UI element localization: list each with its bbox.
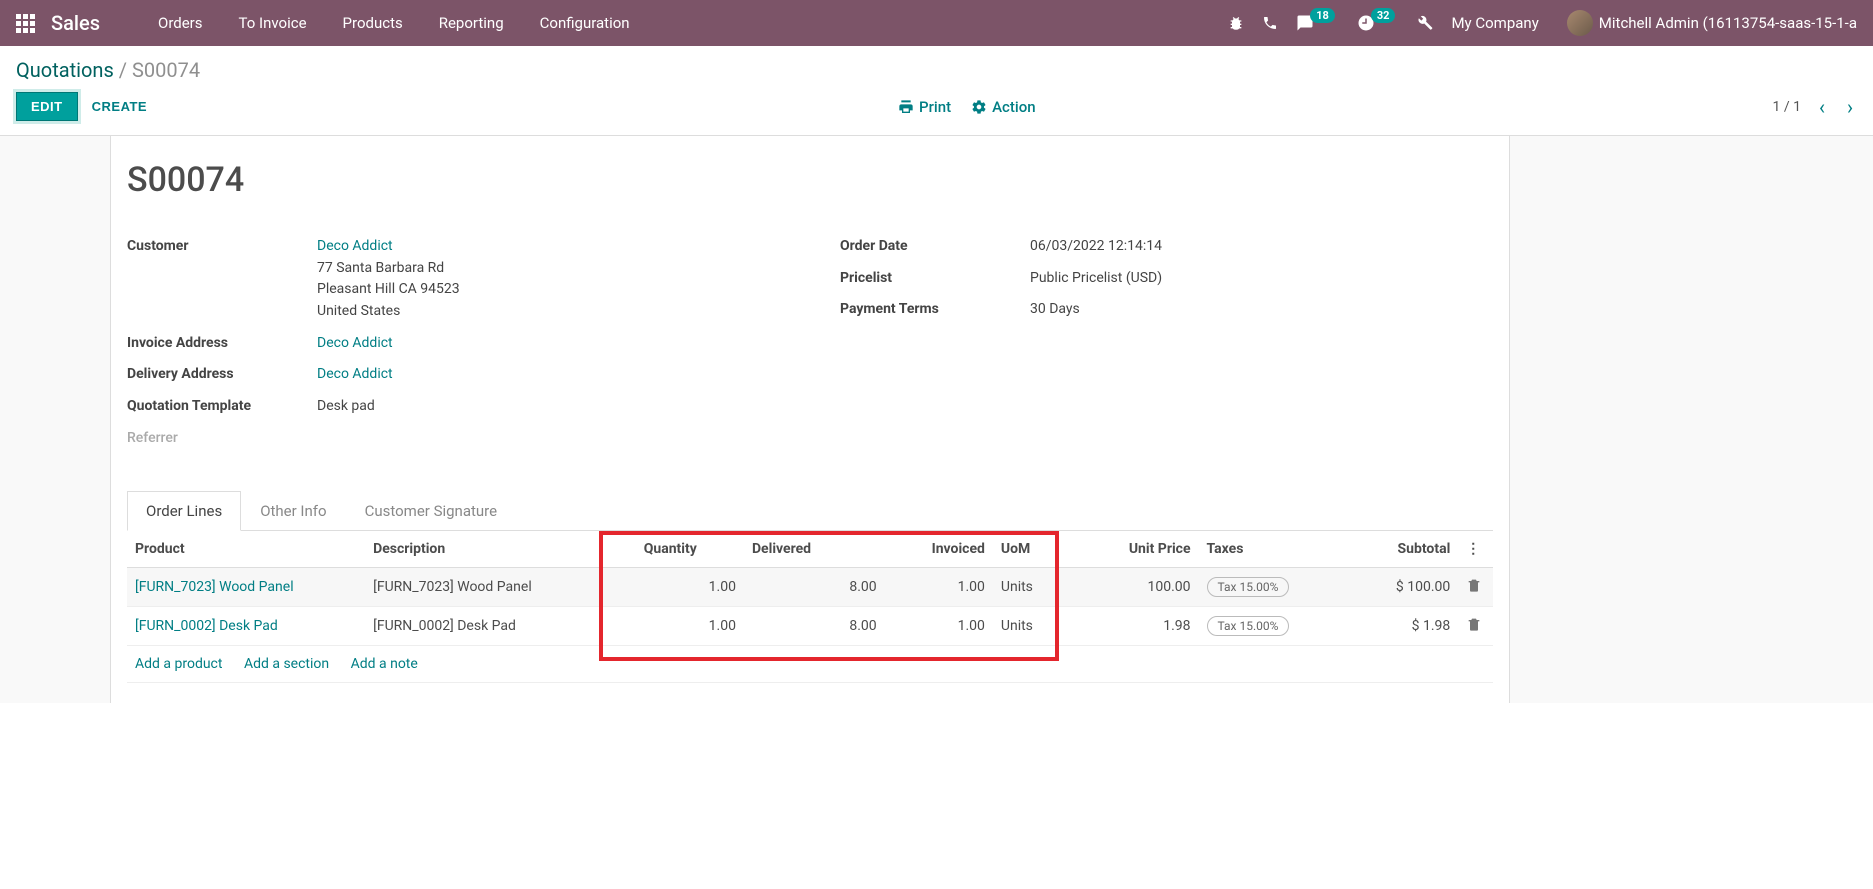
th-invoiced[interactable]: Invoiced <box>885 531 993 568</box>
cell-description: [FURN_7023] Wood Panel <box>365 567 636 606</box>
order-date-value: 06/03/2022 12:14:14 <box>1030 236 1493 258</box>
add-note-link[interactable]: Add a note <box>351 656 418 672</box>
gear-icon <box>971 99 987 115</box>
cell-delivered: 8.00 <box>744 567 885 606</box>
action-button[interactable]: Action <box>971 98 1035 116</box>
th-unit-price[interactable]: Unit Price <box>1069 531 1199 568</box>
breadcrumb-current: S00074 <box>132 58 200 82</box>
menu-products[interactable]: Products <box>325 14 421 32</box>
delete-row-icon[interactable] <box>1458 606 1493 645</box>
label-invoice-address: Invoice Address <box>127 333 317 355</box>
cell-unit-price: 1.98 <box>1069 606 1199 645</box>
invoice-address-link[interactable]: Deco Addict <box>317 335 393 351</box>
cell-product[interactable]: [FURN_7023] Wood Panel <box>127 567 365 606</box>
messages-badge: 18 <box>1310 8 1335 23</box>
table-row[interactable]: [FURN_7023] Wood Panel[FURN_7023] Wood P… <box>127 567 1493 606</box>
print-icon <box>898 99 914 115</box>
create-button[interactable]: CREATE <box>78 93 161 120</box>
pager-text: 1 / 1 <box>1773 99 1801 115</box>
cell-product[interactable]: [FURN_0002] Desk Pad <box>127 606 365 645</box>
cell-uom: Units <box>993 567 1069 606</box>
apps-icon[interactable] <box>16 14 35 33</box>
cell-quantity: 1.00 <box>636 567 744 606</box>
page-title: S00074 <box>127 160 1493 200</box>
systray: 18 32 My Company Mitchell Admin (1611375… <box>1228 10 1857 36</box>
cell-delivered: 8.00 <box>744 606 885 645</box>
tool-icon[interactable] <box>1417 15 1433 31</box>
customer-addr3: United States <box>317 301 780 323</box>
th-product[interactable]: Product <box>127 531 365 568</box>
cell-tax: Tax 15.00% <box>1199 567 1329 606</box>
app-brand[interactable]: Sales <box>51 11 100 35</box>
phone-icon[interactable] <box>1262 15 1278 31</box>
cell-quantity: 1.00 <box>636 606 744 645</box>
cell-invoiced: 1.00 <box>885 567 993 606</box>
label-quotation-template: Quotation Template <box>127 396 317 418</box>
cell-unit-price: 100.00 <box>1069 567 1199 606</box>
th-subtotal[interactable]: Subtotal <box>1328 531 1458 568</box>
menu-to-invoice[interactable]: To Invoice <box>221 14 325 32</box>
print-button[interactable]: Print <box>898 98 951 116</box>
add-product-link[interactable]: Add a product <box>135 656 222 672</box>
top-navbar: Sales Orders To Invoice Products Reporti… <box>0 0 1873 46</box>
customer-link[interactable]: Deco Addict <box>317 236 780 258</box>
quotation-template-value: Desk pad <box>317 396 780 418</box>
cell-description: [FURN_0002] Desk Pad <box>365 606 636 645</box>
th-uom[interactable]: UoM <box>993 531 1069 568</box>
payment-terms-value: 30 Days <box>1030 299 1493 321</box>
th-quantity[interactable]: Quantity <box>636 531 744 568</box>
label-order-date: Order Date <box>840 236 1030 258</box>
tab-order-lines[interactable]: Order Lines <box>127 491 241 531</box>
label-pricelist: Pricelist <box>840 268 1030 290</box>
cell-invoiced: 1.00 <box>885 606 993 645</box>
edit-button[interactable]: EDIT <box>16 92 78 121</box>
th-delivered[interactable]: Delivered <box>744 531 885 568</box>
column-options-icon[interactable]: ⋮ <box>1458 531 1493 568</box>
customer-addr1: 77 Santa Barbara Rd <box>317 258 780 280</box>
clock-icon[interactable]: 32 <box>1357 14 1400 32</box>
table-row[interactable]: [FURN_0002] Desk Pad[FURN_0002] Desk Pad… <box>127 606 1493 645</box>
cell-subtotal: $ 1.98 <box>1328 606 1458 645</box>
cell-tax: Tax 15.00% <box>1199 606 1329 645</box>
th-description[interactable]: Description <box>365 531 636 568</box>
cell-uom: Units <box>993 606 1069 645</box>
menu-orders[interactable]: Orders <box>140 14 221 32</box>
label-payment-terms: Payment Terms <box>840 299 1030 321</box>
tab-customer-signature[interactable]: Customer Signature <box>346 491 517 531</box>
label-customer: Customer <box>127 236 317 323</box>
chat-icon[interactable]: 18 <box>1296 14 1339 32</box>
breadcrumb: Quotations / S00074 <box>16 58 200 82</box>
menu-configuration[interactable]: Configuration <box>522 14 648 32</box>
company-switcher[interactable]: My Company <box>1451 14 1538 32</box>
menu-reporting[interactable]: Reporting <box>421 14 522 32</box>
add-section-link[interactable]: Add a section <box>244 656 329 672</box>
customer-addr2: Pleasant Hill CA 94523 <box>317 279 780 301</box>
user-menu[interactable]: Mitchell Admin (16113754-saas-15-1-a <box>1567 10 1857 36</box>
pricelist-value: Public Pricelist (USD) <box>1030 268 1493 290</box>
cell-subtotal: $ 100.00 <box>1328 567 1458 606</box>
activities-badge: 32 <box>1371 8 1396 23</box>
bug-icon[interactable] <box>1228 15 1244 31</box>
breadcrumb-parent[interactable]: Quotations <box>16 58 114 82</box>
avatar <box>1567 10 1593 36</box>
pager-prev-icon[interactable]: ‹ <box>1815 95 1829 119</box>
label-delivery-address: Delivery Address <box>127 364 317 386</box>
delete-row-icon[interactable] <box>1458 567 1493 606</box>
delivery-address-link[interactable]: Deco Addict <box>317 366 393 382</box>
label-referrer: Referrer <box>127 428 317 450</box>
th-taxes[interactable]: Taxes <box>1199 531 1329 568</box>
user-name: Mitchell Admin (16113754-saas-15-1-a <box>1599 14 1857 32</box>
pager-next-icon[interactable]: › <box>1843 95 1857 119</box>
tab-other-info[interactable]: Other Info <box>241 491 345 531</box>
